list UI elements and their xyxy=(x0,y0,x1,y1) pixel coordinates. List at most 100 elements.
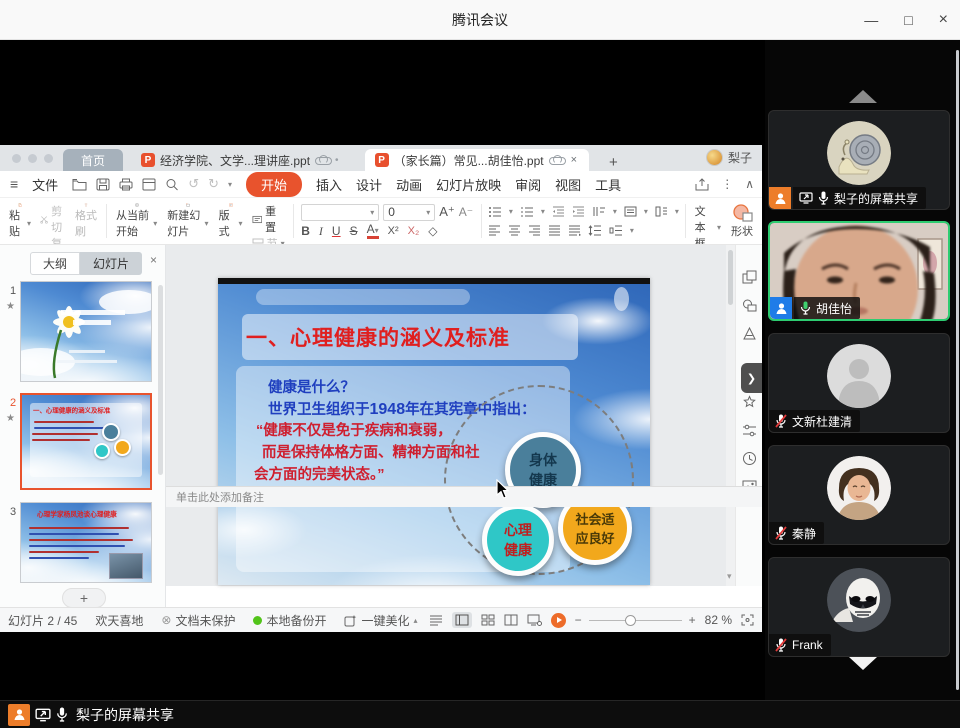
slide-thumbnail-1[interactable] xyxy=(20,281,152,382)
bullet-list-icon[interactable] xyxy=(488,206,502,217)
reset-button[interactable]: 重置 xyxy=(252,203,285,235)
decrease-font-button[interactable]: A⁻ xyxy=(459,205,473,219)
menu-view[interactable]: 视图 xyxy=(555,175,581,194)
reading-view-icon[interactable] xyxy=(504,614,518,626)
format-painter-button[interactable]: 格式刷 xyxy=(70,201,102,241)
text-direction-icon[interactable] xyxy=(592,206,606,217)
tab-home[interactable]: 首页 xyxy=(63,149,123,171)
subscript-button[interactable]: X₂ xyxy=(408,225,420,237)
expand-pane-handle[interactable]: ❯ xyxy=(741,363,762,393)
user-avatar[interactable] xyxy=(706,149,723,166)
line-numbering-icon[interactable] xyxy=(655,206,668,217)
menu-tools[interactable]: 工具 xyxy=(595,175,621,194)
participant-tile-lizi[interactable]: 梨子的屏幕共享 xyxy=(768,110,950,210)
section-button[interactable]: 节▾ xyxy=(252,235,285,245)
italic-button[interactable]: I xyxy=(319,224,323,239)
scroll-down-arrow-icon[interactable] xyxy=(849,657,877,670)
shapes-button[interactable]: 形状 xyxy=(726,201,758,241)
close-panel-icon[interactable]: × xyxy=(150,253,157,267)
font-name-select[interactable]: ▾ xyxy=(301,204,379,221)
layout-button[interactable]: 版式▾ xyxy=(214,201,248,241)
tab-outline[interactable]: 大纲 xyxy=(30,252,80,275)
menu-insert[interactable]: 插入 xyxy=(316,175,342,194)
clear-format-button[interactable]: ◇ xyxy=(428,224,437,238)
cut-button[interactable]: 剪切 xyxy=(40,203,66,235)
undo-icon[interactable]: ↺ xyxy=(188,176,199,192)
strikethrough-button[interactable]: S xyxy=(350,224,358,238)
slide-editor[interactable]: 一、心理健康的涵义及标准 健康是什么？ 世界卫生组织于1948年在其宪章中指出：… xyxy=(218,278,650,585)
zoom-slider[interactable] xyxy=(589,620,682,621)
increase-indent-icon[interactable] xyxy=(572,206,585,217)
settings-pane-icon[interactable] xyxy=(742,423,757,438)
redo-icon[interactable]: ↻ xyxy=(208,176,219,192)
smartart-icon[interactable] xyxy=(742,326,757,341)
panel-scrollbar[interactable] xyxy=(158,285,163,475)
participant-tile-wenxindujianqing[interactable]: 文新杜建清 xyxy=(768,333,950,433)
find-icon[interactable] xyxy=(165,178,179,191)
slide-thumbnail-2-selected[interactable]: 一、心理健康的涵义及标准 xyxy=(20,393,152,490)
menu-start-active[interactable]: 开始 xyxy=(246,172,302,197)
paste-button[interactable]: 粘贴▾ xyxy=(4,201,36,241)
justify-icon[interactable] xyxy=(548,225,561,236)
play-from-current-button[interactable]: 从当前开始▾ xyxy=(111,201,162,241)
participant-tile-qinjing[interactable]: 秦静 xyxy=(768,445,950,545)
more-options-icon[interactable]: ⋮ xyxy=(721,177,733,191)
tab-doc-2-active[interactable]: P （家长篇）常见...胡佳怡.ppt × xyxy=(365,149,589,171)
print-preview-icon[interactable] xyxy=(142,178,156,191)
align-left-icon[interactable] xyxy=(488,225,501,236)
font-color-button[interactable]: A▾ xyxy=(367,224,379,239)
normal-view-button[interactable] xyxy=(452,612,472,628)
notes-bar[interactable]: 单击此处添加备注 xyxy=(166,486,762,507)
hamburger-menu-icon[interactable]: ≡ xyxy=(10,176,18,192)
align-text-icon[interactable] xyxy=(624,206,637,217)
maximize-button[interactable]: □ xyxy=(904,12,912,28)
close-button[interactable]: × xyxy=(939,11,948,29)
shape-effects-icon[interactable] xyxy=(742,298,757,313)
copy-button[interactable]: 复制 xyxy=(40,235,66,245)
minimize-button[interactable]: — xyxy=(864,12,878,28)
beautify-button[interactable]: 一键美化▴ xyxy=(344,612,417,629)
play-slideshow-button[interactable] xyxy=(551,613,566,628)
quick-access-caret-icon[interactable]: ▾ xyxy=(228,180,232,189)
history-pane-icon[interactable] xyxy=(742,451,757,466)
font-size-select[interactable]: 0▾ xyxy=(383,204,435,221)
slide-thumbnail-3[interactable]: 心理学家杨凤池谈心理健康 xyxy=(20,502,152,583)
collapse-ribbon-icon[interactable]: ∧ xyxy=(745,177,754,191)
tab-doc-1[interactable]: P 经济学院、文学...理讲座.ppt • xyxy=(131,149,349,171)
underline-button[interactable]: U xyxy=(332,224,341,238)
line-spacing-icon[interactable] xyxy=(588,225,602,236)
zoom-out-button[interactable]: − xyxy=(575,613,582,627)
open-folder-icon[interactable] xyxy=(72,178,87,191)
new-slide-button[interactable]: 新建幻灯片▾ xyxy=(162,201,213,241)
beautify-pane-icon[interactable] xyxy=(742,395,757,410)
numbered-list-icon[interactable] xyxy=(520,206,534,217)
menu-slideshow[interactable]: 幻灯片放映 xyxy=(436,175,501,194)
save-icon[interactable] xyxy=(96,178,110,191)
theme-name[interactable]: 欢天喜地 xyxy=(95,612,143,629)
tab-slides[interactable]: 幻灯片 xyxy=(80,252,142,275)
menu-design[interactable]: 设计 xyxy=(356,175,382,194)
menu-review[interactable]: 审阅 xyxy=(515,175,541,194)
participant-tile-frank[interactable]: Frank xyxy=(768,557,950,657)
align-center-icon[interactable] xyxy=(508,225,521,236)
close-tab-icon[interactable]: × xyxy=(569,154,579,166)
add-slide-button[interactable]: + xyxy=(62,588,106,608)
objects-pane-icon[interactable] xyxy=(742,270,757,285)
zoom-knob[interactable] xyxy=(625,615,636,626)
menu-file[interactable]: 文件 xyxy=(32,175,58,194)
paragraph-spacing-icon[interactable] xyxy=(609,225,623,236)
share-icon[interactable] xyxy=(695,178,709,191)
scroll-up-arrow-icon[interactable] xyxy=(849,90,877,103)
participant-tile-hujiayi-active[interactable]: 胡佳怡 xyxy=(768,221,950,321)
slideshow-view-icon[interactable] xyxy=(527,614,542,626)
increase-font-button[interactable]: A⁺ xyxy=(439,204,455,220)
bold-button[interactable]: B xyxy=(301,224,310,238)
protect-status[interactable]: ⊗文档未保护 xyxy=(161,612,235,629)
zoom-level[interactable]: 82 % xyxy=(705,613,732,627)
scroll-down-icon[interactable]: ▾ xyxy=(727,571,732,582)
canvas-scrollbar[interactable]: ▾ xyxy=(726,245,735,586)
new-tab-button[interactable]: + xyxy=(603,154,624,171)
fit-screen-icon[interactable] xyxy=(741,614,754,626)
decrease-indent-icon[interactable] xyxy=(552,206,565,217)
superscript-button[interactable]: X² xyxy=(388,225,399,237)
